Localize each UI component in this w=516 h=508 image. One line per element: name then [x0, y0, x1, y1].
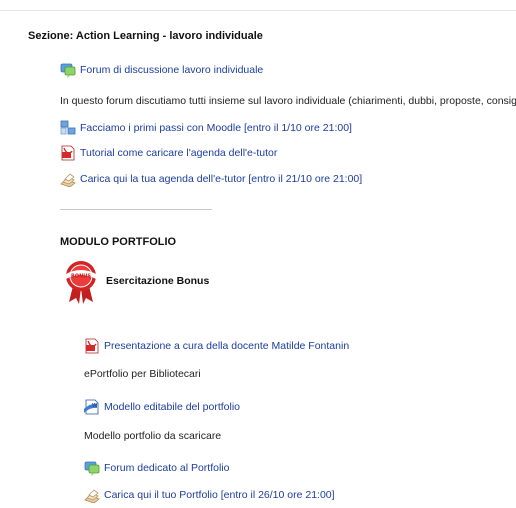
portfolio-template[interactable]: W Modello editabile del portfolio [84, 399, 240, 415]
portfolio-template-link[interactable]: Modello editabile del portfolio [104, 401, 240, 413]
activity-assignment-link[interactable]: Facciamo i primi passi con Moodle [entro… [80, 122, 352, 134]
upload-icon [60, 171, 76, 188]
activity-forum[interactable]: Forum di discussione lavoro individuale [60, 62, 263, 78]
portfolio-heading: MODULO PORTFOLIO [60, 236, 177, 248]
bonus-badge-icon: BONUS [63, 258, 99, 304]
portfolio-upload[interactable]: Carica qui il tuo Portfolio [entro il 26… [84, 487, 335, 504]
activity-tutorial-link[interactable]: Tutorial come caricare l'agenda dell'e-t… [80, 147, 277, 159]
forum-icon [84, 460, 100, 476]
svg-text:BONUS: BONUS [71, 274, 91, 280]
activity-assignment[interactable]: Facciamo i primi passi con Moodle [entro… [60, 120, 352, 136]
forum-description: In questo forum discutiamo tutti insieme… [60, 95, 516, 107]
presentation-description: ePortfolio per Bibliotecari [84, 368, 201, 380]
section-divider [60, 209, 212, 210]
portfolio-forum[interactable]: Forum dedicato al Portfolio [84, 460, 229, 476]
template-description: Modello portfolio da scaricare [84, 430, 222, 442]
bonus-title[interactable]: Esercitazione Bonus [106, 275, 209, 287]
svg-text:W: W [92, 403, 98, 409]
portfolio-forum-link[interactable]: Forum dedicato al Portfolio [104, 462, 229, 474]
pdf-icon [60, 145, 76, 161]
assignment-icon [60, 120, 76, 136]
forum-icon [60, 62, 76, 78]
portfolio-presentation-link[interactable]: Presentazione a cura della docente Matil… [104, 340, 349, 352]
pdf-icon [84, 338, 100, 354]
activity-tutorial[interactable]: Tutorial come caricare l'agenda dell'e-t… [60, 145, 277, 161]
activity-upload-agenda[interactable]: Carica qui la tua agenda dell'e-tutor [e… [60, 171, 362, 188]
portfolio-presentation[interactable]: Presentazione a cura della docente Matil… [84, 338, 349, 354]
word-doc-icon: W [84, 399, 100, 415]
activity-forum-link[interactable]: Forum di discussione lavoro individuale [80, 64, 263, 76]
activity-upload-agenda-link[interactable]: Carica qui la tua agenda dell'e-tutor [e… [80, 173, 362, 185]
portfolio-upload-link[interactable]: Carica qui il tuo Portfolio [entro il 26… [104, 489, 335, 501]
upload-icon [84, 487, 100, 504]
top-border [0, 10, 516, 11]
section-title: Sezione: Action Learning - lavoro indivi… [28, 30, 263, 42]
